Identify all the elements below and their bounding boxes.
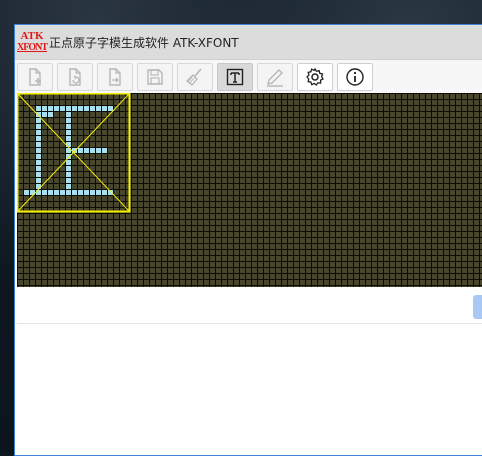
app-logo: ATK XFONT — [17, 28, 48, 56]
glyph-pixel — [66, 166, 71, 171]
glyph-pixel — [42, 106, 47, 111]
glyph-pixel — [72, 190, 77, 195]
glyph-pixel — [36, 178, 41, 183]
glyph-pixel — [66, 106, 71, 111]
glyph-pixel — [108, 190, 113, 195]
glyph-pixel — [90, 190, 95, 195]
glyph-pixel — [66, 160, 71, 165]
logo-line-1: ATK — [20, 30, 44, 42]
glyph-pixel — [108, 106, 113, 111]
glyph-pixel — [66, 172, 71, 177]
glyph-preview — [17, 93, 131, 213]
broom-icon — [186, 67, 202, 86]
glyph-pixel — [24, 190, 29, 195]
app-window: ATK XFONT 正点原子字模生成软件 ATK-XFONT — [14, 24, 482, 456]
glyph-pixel — [66, 184, 71, 189]
text-input-row — [17, 290, 482, 324]
glyph-pixel — [66, 190, 71, 195]
glyph-pixel — [36, 124, 41, 129]
info-icon — [346, 67, 364, 86]
glyph-pixel — [102, 106, 107, 111]
glyph-pixel — [96, 106, 101, 111]
glyph-pixel — [48, 112, 53, 117]
glyph-pixel — [36, 136, 41, 141]
glyph-pixel — [84, 106, 89, 111]
glyph-pixel — [36, 172, 41, 177]
about-button[interactable] — [337, 62, 373, 91]
glyph-pixel — [36, 148, 41, 153]
save-button[interactable] — [137, 62, 173, 91]
clear-button[interactable] — [177, 62, 213, 91]
glyph-pixel — [48, 190, 53, 195]
export-file-button[interactable] — [97, 62, 133, 91]
import-file-icon — [69, 67, 81, 86]
glyph-pixel — [102, 190, 107, 195]
pencil-icon — [267, 68, 283, 87]
glyph-pixel — [90, 148, 95, 153]
glyph-pixel — [102, 148, 107, 153]
glyph-pixel — [42, 112, 47, 117]
import-file-button[interactable] — [57, 62, 93, 91]
window-title: 正点原子字模生成软件 ATK-XFONT — [49, 35, 239, 50]
generate-button[interactable] — [473, 295, 482, 319]
glyph-pixel — [36, 154, 41, 159]
glyph-pixel — [42, 190, 47, 195]
glyph-pixel — [48, 106, 53, 111]
glyph-pixel — [84, 148, 89, 153]
text-mode-button[interactable] — [217, 62, 253, 91]
glyph-pixel — [54, 190, 59, 195]
settings-button[interactable] — [297, 62, 333, 91]
toolbar — [15, 60, 482, 94]
gear-icon — [306, 67, 324, 86]
glyph-pixel — [36, 130, 41, 135]
glyph-pixel — [66, 136, 71, 141]
glyph-pixel — [96, 148, 101, 153]
export-file-icon — [109, 67, 121, 86]
new-file-button[interactable] — [17, 62, 53, 91]
new-file-icon — [29, 67, 41, 86]
glyph-pixel — [66, 178, 71, 183]
glyph-pixel — [36, 166, 41, 171]
glyph-pixel — [66, 142, 71, 147]
glyph-pixel — [36, 118, 41, 123]
glyph-pixels — [24, 106, 113, 195]
glyph-pixel — [54, 106, 59, 111]
text-input[interactable] — [17, 290, 473, 322]
glyph-pixel — [90, 106, 95, 111]
pen-draw-button[interactable] — [257, 62, 293, 91]
glyph-pixel — [66, 124, 71, 129]
glyph-pixel — [66, 112, 71, 117]
save-icon — [147, 68, 163, 85]
output-text-area[interactable] — [17, 325, 482, 455]
font-preview-canvas[interactable] — [17, 93, 482, 287]
logo-line-2: XFONT — [17, 42, 48, 53]
text-icon — [226, 68, 244, 85]
glyph-pixel — [96, 190, 101, 195]
glyph-pixel — [84, 190, 89, 195]
glyph-pixel — [66, 118, 71, 123]
glyph-pixel — [78, 148, 83, 153]
glyph-pixel — [66, 130, 71, 135]
glyph-pixel — [36, 142, 41, 147]
title-bar[interactable]: ATK XFONT 正点原子字模生成软件 ATK-XFONT — [15, 25, 482, 60]
glyph-pixel — [78, 106, 83, 111]
glyph-pixel — [78, 190, 83, 195]
glyph-pixel — [36, 106, 41, 111]
glyph-pixel — [60, 190, 65, 195]
glyph-pixel — [60, 106, 65, 111]
glyph-pixel — [72, 106, 77, 111]
glyph-pixel — [36, 160, 41, 165]
